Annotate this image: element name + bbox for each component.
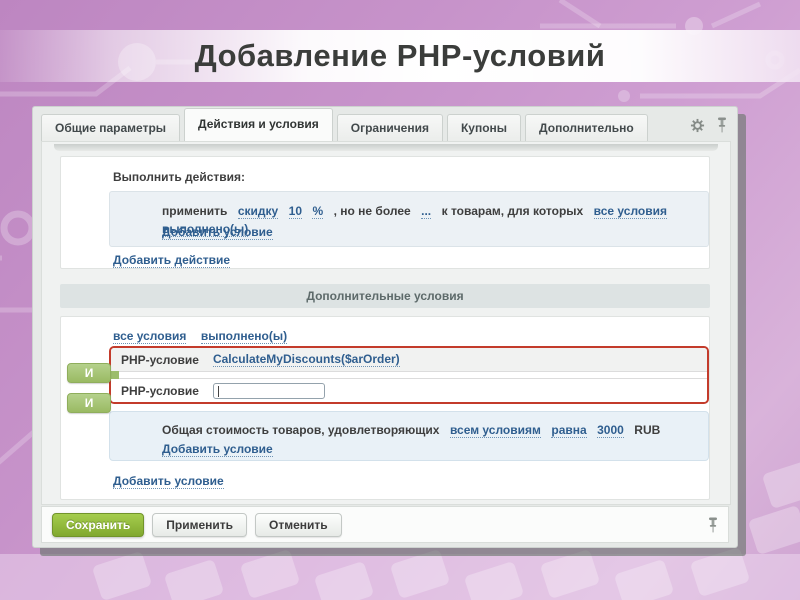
tabbar-icons xyxy=(690,117,727,141)
text-caret xyxy=(218,386,219,397)
add-condition-link[interactable]: Добавить условие xyxy=(162,225,273,240)
php-condition-label: PHP-условие xyxy=(121,384,199,398)
all-conditions-link[interactable]: всем условиям xyxy=(450,423,541,438)
slide-title-banner: Добавление PHP-условий xyxy=(0,30,800,82)
gear-icon[interactable] xyxy=(690,118,705,133)
all-conditions-link[interactable]: все условия xyxy=(594,204,667,219)
php-condition-input[interactable] xyxy=(213,383,325,399)
add-condition-link[interactable]: Добавить условие xyxy=(113,474,224,489)
add-condition-link[interactable]: Добавить условие xyxy=(162,442,273,457)
currency-text: RUB xyxy=(634,423,660,437)
tab-bar: Общие параметры Действия и условия Огран… xyxy=(33,107,737,141)
tab-additional[interactable]: Дополнительно xyxy=(525,114,648,141)
discount-amount-link[interactable]: 10 xyxy=(289,204,302,219)
form-footer: Сохранить Применить Отменить xyxy=(41,506,729,543)
discount-type-link[interactable]: скидку xyxy=(238,204,278,219)
but-not-more-text: , но не более xyxy=(334,204,411,218)
cancel-button[interactable]: Отменить xyxy=(255,513,342,537)
apply-button[interactable]: Применить xyxy=(152,513,247,537)
actions-label: Выполнить действия: xyxy=(113,170,245,184)
conditions-toggle-line: все условия выполнено(ы) xyxy=(113,327,297,345)
pin-icon[interactable] xyxy=(708,517,718,533)
scrolled-element-edge xyxy=(54,144,718,151)
all-conditions-link[interactable]: все условия xyxy=(113,329,186,344)
discount-unit-link[interactable]: % xyxy=(312,204,323,219)
action-row-box: применить скидку 10 % , но не более ... … xyxy=(109,191,709,247)
actions-panel: Выполнить действия: применить скидку 10 … xyxy=(60,156,710,269)
apply-text: применить xyxy=(162,204,227,218)
php-condition-row: PHP-условие xyxy=(111,378,707,402)
save-button[interactable]: Сохранить xyxy=(52,513,144,537)
total-cost-text: Общая стоимость товаров, удовлетворяющих xyxy=(162,423,439,437)
tab-content-area: Выполнить действия: применить скидку 10 … xyxy=(41,141,731,505)
to-products-text: к товарам, для которых xyxy=(442,204,584,218)
add-action-link[interactable]: Добавить действие xyxy=(113,253,230,268)
and-operator-badge[interactable]: И xyxy=(67,363,111,383)
php-condition-row: PHP-условие CalculateMyDiscounts($arOrde… xyxy=(111,348,707,372)
row-divider xyxy=(111,372,707,378)
total-cost-condition-box: Общая стоимость товаров, удовлетворяющих… xyxy=(109,411,709,461)
tab-general-parameters[interactable]: Общие параметры xyxy=(41,114,180,141)
additional-conditions-header: Дополнительные условия xyxy=(60,284,710,308)
tab-coupons[interactable]: Купоны xyxy=(447,114,521,141)
and-operator-badge[interactable]: И xyxy=(67,393,111,413)
promotion-edit-window: Общие параметры Действия и условия Огран… xyxy=(32,106,738,548)
php-conditions-highlight-box: PHP-условие CalculateMyDiscounts($arOrde… xyxy=(109,346,709,404)
equals-link[interactable]: равна xyxy=(551,423,586,438)
tab-restrictions[interactable]: Ограничения xyxy=(337,114,443,141)
and-connector-square xyxy=(111,371,119,379)
max-value-link[interactable]: ... xyxy=(421,204,431,219)
pin-icon[interactable] xyxy=(717,117,727,133)
php-condition-value-link[interactable]: CalculateMyDiscounts($arOrder) xyxy=(213,352,400,367)
amount-link[interactable]: 3000 xyxy=(597,423,624,438)
php-condition-label: PHP-условие xyxy=(121,353,199,367)
total-cost-sentence: Общая стоимость товаров, удовлетворяющих… xyxy=(162,421,708,439)
additional-conditions-panel: все условия выполнено(ы) PHP-условие Cal… xyxy=(60,316,710,500)
slide-background: { "slide": { "title": "Добавление PHP-ус… xyxy=(0,0,800,600)
page-title: Добавление PHP-условий xyxy=(195,38,606,73)
fulfilled-link[interactable]: выполнено(ы) xyxy=(201,329,287,344)
tab-actions-and-conditions[interactable]: Действия и условия xyxy=(184,108,333,141)
